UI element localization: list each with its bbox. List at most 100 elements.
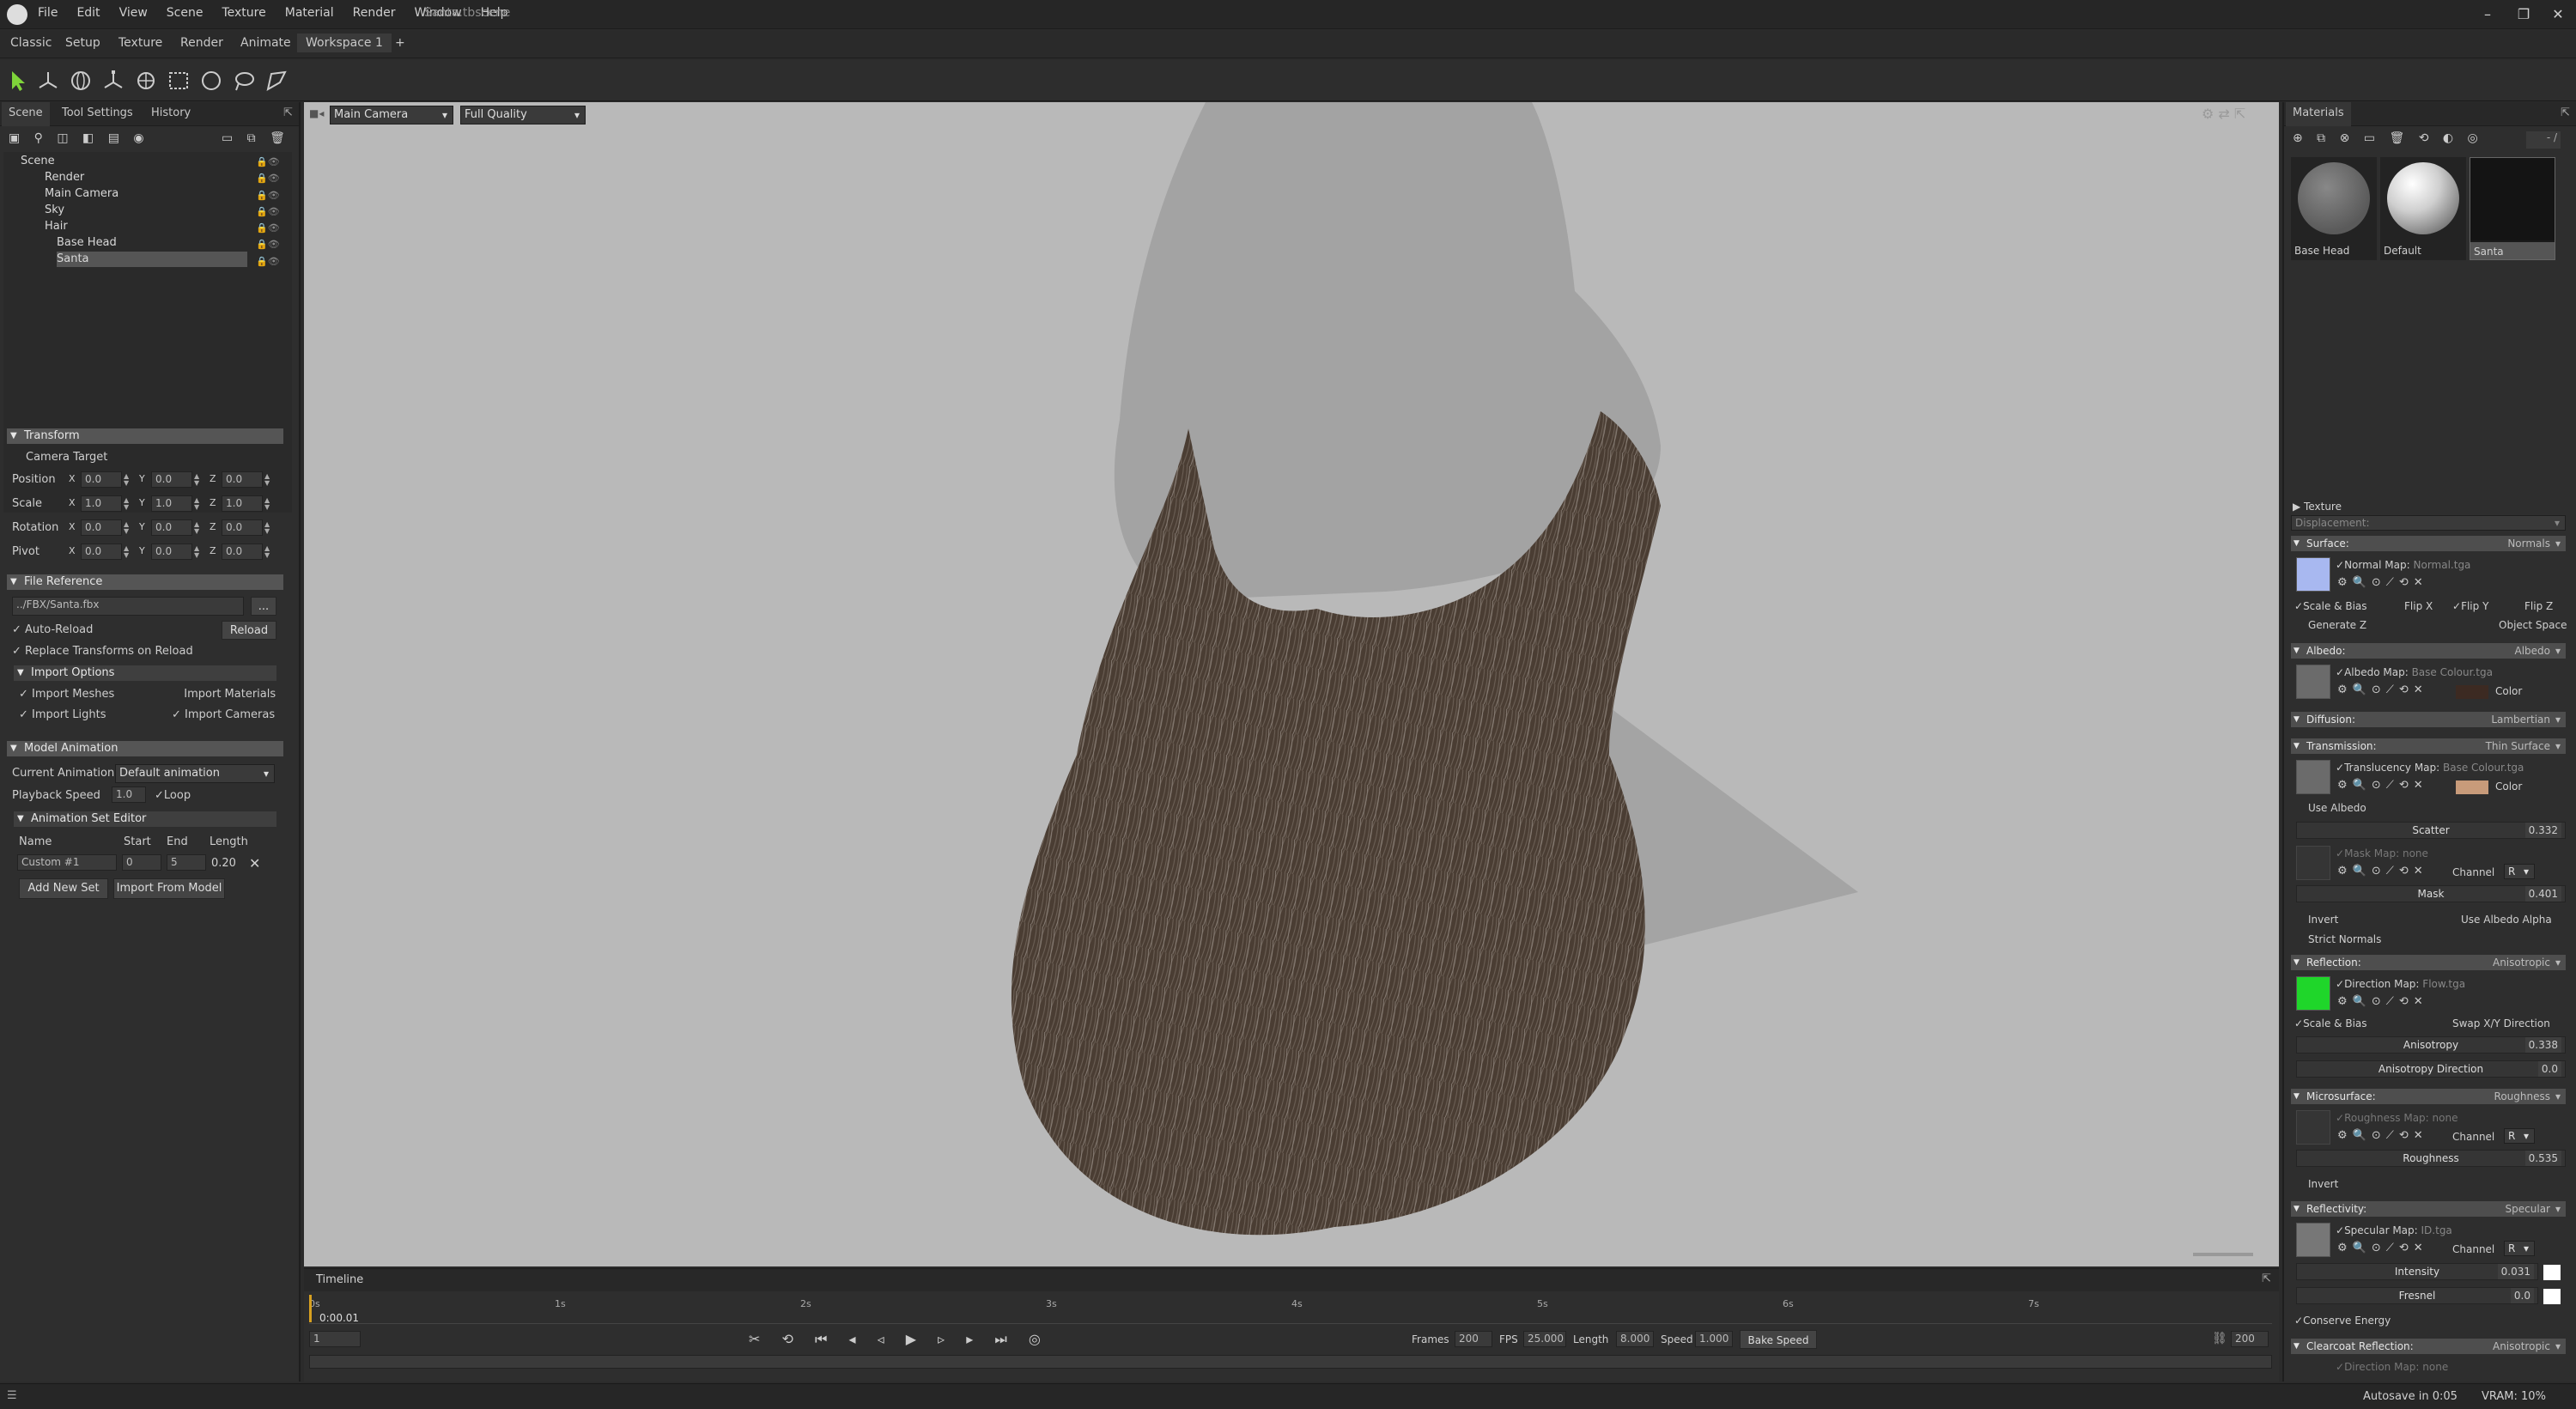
map-action-icons[interactable]: ⚙🔍⊙⟋⟲✕ — [2337, 779, 2428, 792]
transform-pivot-z-field[interactable]: 0.0 — [222, 544, 263, 560]
spinner-icon[interactable]: ▲ ▼ — [124, 473, 129, 487]
frame-field[interactable]: 1 — [309, 1331, 361, 1347]
clearcoat-mode[interactable]: Anisotropic — [2493, 1339, 2561, 1354]
scatter-value[interactable]: 0.332 — [2524, 823, 2561, 838]
transform-header[interactable]: Transform — [7, 428, 283, 444]
polygon-select-icon[interactable] — [264, 69, 289, 93]
albedo-map-thumb[interactable] — [2296, 665, 2330, 699]
import-meshes-checkbox[interactable]: ✓ Import Meshes — [19, 688, 114, 701]
spinner-icon[interactable]: ▲ ▼ — [194, 497, 199, 511]
browse-button[interactable]: ... — [251, 597, 276, 616]
move-tool-icon[interactable] — [36, 69, 60, 93]
viewport-options-icon[interactable]: ⚙ ⇄ ⇱ — [2202, 106, 2245, 122]
current-animation-select[interactable]: Default animation — [115, 764, 275, 783]
bake-speed-button[interactable]: Bake Speed — [1740, 1330, 1817, 1349]
transform-rotation-y-field[interactable]: 0.0 — [151, 519, 192, 536]
reflection-header[interactable]: Reflection: Anisotropic — [2291, 955, 2566, 970]
transform-scale-x-field[interactable]: 1.0 — [81, 495, 122, 512]
playback-speed-field[interactable]: 1.0 — [112, 786, 146, 803]
tab-setup[interactable]: Setup — [65, 36, 100, 50]
microsurface-mode[interactable]: Roughness — [2494, 1089, 2561, 1104]
materials-toolbar-icons[interactable]: ⊕ ⧉ ⊗ ▭ 🗑 ⟲ ◐ ◎ — [2293, 131, 2483, 145]
microsurface-header[interactable]: Microsurface: Roughness — [2291, 1089, 2566, 1104]
loop-checkbox[interactable]: ✓Loop — [155, 789, 191, 802]
reload-button[interactable]: Reload — [222, 621, 276, 640]
rotate-tool-icon[interactable] — [69, 69, 93, 93]
map-action-icons[interactable]: ⚙🔍⊙⟋⟲✕ — [2337, 1242, 2428, 1254]
circle-select-icon[interactable] — [199, 69, 223, 93]
camera-target-label[interactable]: Camera Target — [26, 451, 107, 464]
object-space-checkbox[interactable]: Object Space — [2499, 619, 2567, 631]
delete-set-icon[interactable]: ✕ — [249, 855, 260, 872]
tab-scene[interactable]: Scene — [2, 102, 50, 126]
import-materials-checkbox[interactable]: Import Materials — [177, 688, 276, 701]
displacement-select[interactable]: Displacement: — [2291, 515, 2566, 531]
roughness-invert-checkbox[interactable]: Invert — [2308, 1178, 2338, 1190]
roughness-slider[interactable]: Roughness 0.535 — [2296, 1150, 2566, 1167]
specular-map-checkbox[interactable]: ✓Specular Map: ID.tga — [2336, 1224, 2452, 1236]
tab-add[interactable]: + — [395, 36, 405, 50]
transform-scale-z-field[interactable]: 1.0 — [222, 495, 263, 512]
file-reference-header[interactable]: File Reference — [7, 574, 283, 590]
reflectivity-header[interactable]: Reflectivity: Specular — [2291, 1201, 2566, 1217]
tree-item-santa[interactable]: Santa — [57, 252, 247, 267]
transform-position-y-field[interactable]: 0.0 — [151, 471, 192, 488]
mask-slider[interactable]: Mask 0.401 — [2296, 885, 2566, 902]
link-icon[interactable]: ⛓ — [2212, 1332, 2227, 1345]
frames-field[interactable]: 200 — [1455, 1331, 1492, 1347]
select-tool-icon[interactable] — [7, 69, 31, 93]
use-albedo-checkbox[interactable]: Use Albedo — [2308, 802, 2366, 814]
reflection-mode[interactable]: Anisotropic — [2493, 955, 2561, 970]
spinner-icon[interactable]: ▲ ▼ — [264, 473, 270, 487]
lasso-select-icon[interactable] — [232, 69, 256, 93]
maximize-icon[interactable]: ❐ — [2509, 3, 2538, 26]
normal-map-thumb[interactable] — [2296, 557, 2330, 592]
material-santa[interactable]: Santa — [2470, 157, 2555, 260]
spinner-icon[interactable]: ▲ ▼ — [124, 521, 129, 535]
tab-classic[interactable]: Classic — [10, 36, 52, 50]
intensity-color-swatch[interactable] — [2543, 1265, 2561, 1280]
fresnel-slider[interactable]: Fresnel 0.0 — [2296, 1287, 2538, 1304]
tab-history[interactable]: History — [151, 106, 191, 119]
tab-animate[interactable]: Animate — [240, 36, 291, 50]
anim-set-end-field[interactable]: 5 — [167, 854, 206, 871]
transform-scale-y-field[interactable]: 1.0 — [151, 495, 192, 512]
fresnel-value[interactable]: 0.0 — [2510, 1288, 2534, 1303]
anisotropy-slider[interactable]: Anisotropy 0.338 — [2296, 1036, 2566, 1054]
spinner-icon[interactable]: ▲ ▼ — [194, 473, 199, 487]
anisotropy-value[interactable]: 0.338 — [2524, 1037, 2561, 1053]
menu-file[interactable]: File — [38, 6, 58, 20]
normal-map-checkbox[interactable]: ✓Normal Map: Normal.tga — [2336, 559, 2470, 571]
anisotropy-direction-slider[interactable]: Anisotropy Direction 0.0 — [2296, 1060, 2566, 1078]
transmission-mode[interactable]: Thin Surface — [2486, 738, 2561, 754]
roughness-map-thumb[interactable] — [2296, 1110, 2330, 1145]
invert-checkbox[interactable]: Invert — [2308, 914, 2338, 926]
spinner-icon[interactable]: ▲ ▼ — [194, 521, 199, 535]
mask-map-thumb[interactable] — [2296, 846, 2330, 880]
albedo-color-swatch[interactable] — [2456, 685, 2488, 699]
anisotropy-direction-value[interactable]: 0.0 — [2537, 1061, 2561, 1077]
undock-timeline-icon[interactable]: ⇱ — [2262, 1272, 2271, 1285]
transform-pivot-x-field[interactable]: 0.0 — [81, 544, 122, 560]
map-action-icons[interactable]: ⚙🔍⊙⟋⟲✕ — [2337, 1129, 2428, 1142]
flip-z-checkbox[interactable]: Flip Z — [2524, 600, 2553, 612]
anim-set-start-field[interactable]: 0 — [122, 854, 161, 871]
scatter-slider[interactable]: Scatter 0.332 — [2296, 822, 2566, 839]
strict-normals-checkbox[interactable]: Strict Normals — [2308, 933, 2381, 945]
material-default[interactable]: Default — [2380, 157, 2466, 260]
direction-map-thumb[interactable] — [2296, 976, 2330, 1011]
swap-xy-checkbox[interactable]: Swap X/Y Direction — [2452, 1017, 2550, 1029]
menu-edit[interactable]: Edit — [76, 6, 100, 20]
scale-bias-checkbox[interactable]: ✓Scale & Bias — [2294, 600, 2367, 612]
material-base-head[interactable]: Base Head — [2291, 157, 2377, 260]
camera-select[interactable]: Main Camera — [330, 106, 453, 125]
map-action-icons[interactable]: ⚙🔍⊙⟋⟲✕ — [2337, 576, 2428, 589]
tree-item-sky[interactable]: Sky — [45, 203, 285, 218]
generate-z-checkbox[interactable]: Generate Z — [2308, 619, 2366, 631]
translucency-map-thumb[interactable] — [2296, 760, 2330, 794]
length-field[interactable]: 8.000 — [1616, 1331, 1654, 1347]
reflection-scale-bias-checkbox[interactable]: ✓Scale & Bias — [2294, 1017, 2367, 1029]
tree-item-scene[interactable]: Scene — [21, 154, 261, 169]
conserve-energy-checkbox[interactable]: ✓Conserve Energy — [2294, 1315, 2391, 1327]
use-albedo-alpha-checkbox[interactable]: Use Albedo Alpha — [2461, 914, 2552, 926]
